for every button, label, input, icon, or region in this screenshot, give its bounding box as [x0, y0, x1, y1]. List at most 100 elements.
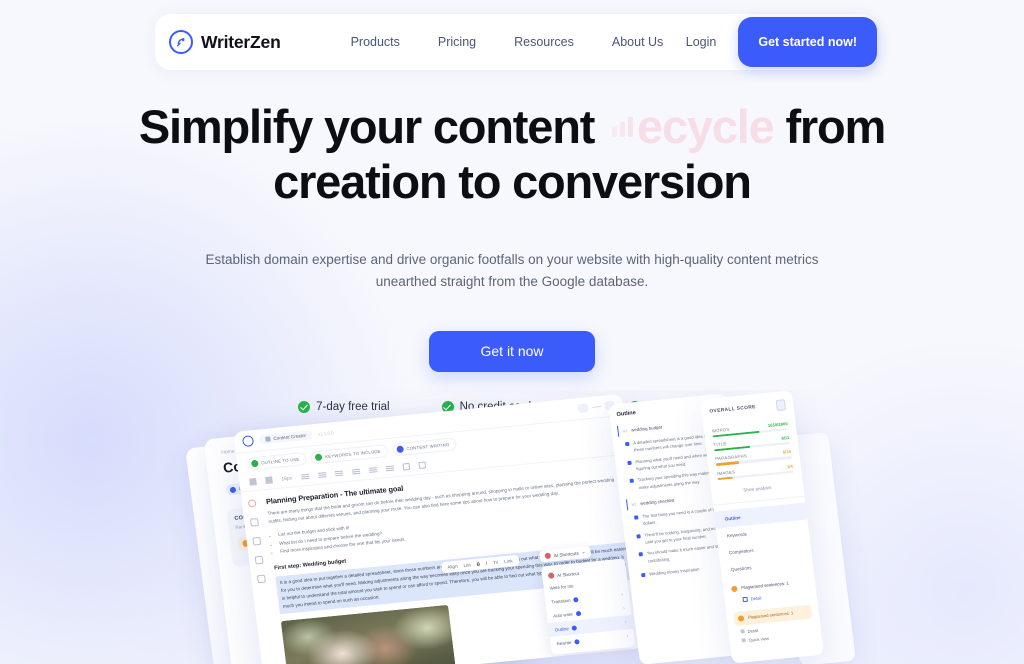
- nav-link-resources[interactable]: Resources: [514, 35, 574, 49]
- score-panel-title: OVERALL SCORE: [709, 405, 757, 415]
- divider: [591, 405, 602, 409]
- status-dot-icon: [229, 486, 237, 493]
- ai-menu-header-label: AI Shortcut: [556, 570, 580, 578]
- brand-logo[interactable]: WriterZen: [169, 30, 281, 54]
- chevron-right-icon: ›: [622, 605, 626, 612]
- image-insert-icon[interactable]: [402, 462, 411, 471]
- bold-button[interactable]: B: [476, 562, 480, 567]
- nav-links: Products Pricing Resources About Us: [351, 35, 664, 49]
- numbered-list-icon[interactable]: [368, 466, 378, 474]
- list-dropdown[interactable]: List: [463, 562, 471, 568]
- outline-heading-label: wedding budget: [630, 424, 663, 433]
- metric-label: WORDS: [711, 426, 730, 434]
- premium-dot-icon: [573, 596, 579, 603]
- get-started-button[interactable]: Get started now!: [738, 17, 877, 67]
- sub-link-label: Detail: [747, 627, 759, 634]
- warning-icon: [737, 614, 745, 622]
- login-link[interactable]: Login: [686, 35, 717, 49]
- ai-menu-item-label: Transition: [551, 597, 571, 605]
- bullet-icon: [627, 460, 632, 465]
- outline-item-label: Wedding money inspiration: [648, 566, 700, 577]
- headline-animated-word: ecycle: [606, 100, 775, 153]
- outline-heading-label: wedding checklist: [639, 497, 675, 507]
- detail-icon: [740, 629, 745, 634]
- hero-subtitle-line-1: Establish domain expertise and drive org…: [205, 252, 819, 268]
- font-size-selector[interactable]: 16px: [281, 475, 293, 482]
- badge-label: CONTENT WRITING: [406, 441, 450, 452]
- hero-subtitle: Establish domain expertise and drive org…: [0, 249, 1024, 293]
- ai-sparkle-icon: [547, 572, 555, 579]
- editor-tab-label: Content Creator: [273, 432, 307, 442]
- redo-icon[interactable]: [265, 476, 273, 485]
- ai-assist-icon[interactable]: [247, 499, 257, 508]
- ai-shortcuts-label: AI Shortcuts: [553, 550, 579, 558]
- check-icon: [250, 459, 259, 468]
- clear-format-button[interactable]: Tx: [493, 560, 499, 565]
- editor-path-label: v1 1.0.0: [317, 430, 334, 437]
- notes-icon[interactable]: [254, 555, 264, 565]
- outline-panel-title: Outline: [616, 409, 637, 418]
- document-icon: [265, 436, 271, 442]
- align-right-icon[interactable]: [334, 470, 344, 477]
- quick-view-icon: [741, 638, 746, 643]
- metric-value: 1610/1800: [767, 421, 788, 428]
- detail-icon: [742, 596, 748, 602]
- sub-link-label: Quick view: [748, 635, 770, 643]
- headline-part-2: from: [785, 100, 886, 153]
- nav-link-products[interactable]: Products: [351, 35, 400, 49]
- nav-link-about-us[interactable]: About Us: [612, 35, 663, 49]
- product-screenshot-mockup: Home > Content OUTLINE TO USE COMPETITOR…: [0, 390, 1024, 664]
- brand-name: WriterZen: [201, 31, 281, 52]
- undo-icon[interactable]: [249, 477, 257, 486]
- bullet-list-icon[interactable]: [351, 468, 361, 475]
- align-center-icon[interactable]: [317, 471, 327, 479]
- nav-link-pricing[interactable]: Pricing: [438, 35, 476, 49]
- badge-content-writing[interactable]: CONTENT WRITING: [391, 437, 458, 457]
- outline-tag: H2: [631, 502, 637, 507]
- metric-label: IMAGES: [716, 468, 736, 476]
- document-score-icon[interactable]: [775, 399, 786, 412]
- active-step-icon: [396, 445, 404, 454]
- writerzen-pen-icon: [169, 30, 193, 54]
- check-icon: [314, 453, 323, 462]
- settings-icon[interactable]: [252, 536, 262, 546]
- ai-shortcuts-menu: AI Shortcut Write for me Transition › Au…: [541, 558, 636, 655]
- chevron-right-icon: ›: [621, 591, 624, 598]
- headline-part-1: Simplify your content: [138, 100, 595, 153]
- document-image-wedding-couple: [280, 605, 456, 664]
- nav-right-group: Login Get started now!: [686, 17, 877, 67]
- metric-value: 8/11: [781, 435, 790, 441]
- headline-line-2: creation to conversion: [273, 154, 752, 208]
- align-left-icon[interactable]: [300, 473, 310, 480]
- ai-menu-item-label: Write for me: [549, 583, 574, 591]
- main-navbar: WriterZen Products Pricing Resources Abo…: [155, 14, 877, 70]
- bullet-icon: [624, 441, 630, 447]
- metric-value: 1/4: [786, 463, 794, 469]
- premium-dot-icon: [571, 624, 577, 631]
- chevron-down-icon: ⌄: [581, 549, 586, 555]
- plagiarism-progress-label: Plagiarised sentences: 1: [747, 610, 794, 621]
- editor-tab-content-creator[interactable]: Content Creator: [258, 430, 313, 445]
- share-icon[interactable]: [256, 574, 266, 584]
- indent-icon[interactable]: [385, 465, 395, 472]
- ai-menu-item-label: Auto write: [552, 611, 573, 619]
- ai-menu-item-label: Outline: [554, 625, 569, 632]
- bullet-icon: [641, 573, 646, 578]
- italic-button[interactable]: I: [486, 561, 488, 566]
- hero-section: Simplify your content ecycle from creati…: [0, 100, 1024, 413]
- metric-value: 5/15: [782, 449, 792, 455]
- app-logo-icon: [241, 435, 255, 448]
- get-it-now-button[interactable]: Get it now: [429, 330, 595, 372]
- bullet-icon: [638, 552, 644, 557]
- panel-left-toggle-icon[interactable]: [577, 403, 589, 414]
- premium-dot-icon: [575, 610, 581, 616]
- badge-outline-to-use[interactable]: OUTLINE TO USE: [246, 452, 308, 471]
- copy-icon[interactable]: [250, 517, 259, 527]
- chevron-right-icon: ›: [626, 633, 629, 640]
- link-button[interactable]: Link: [504, 558, 513, 564]
- hero-cta-wrapper: Get it now: [0, 330, 1024, 372]
- align-dropdown[interactable]: Align: [447, 564, 458, 570]
- table-insert-icon[interactable]: [418, 461, 427, 470]
- ai-menu-item-label: Rewrite: [556, 639, 572, 646]
- headline-ghost-text: ecycle: [637, 100, 775, 153]
